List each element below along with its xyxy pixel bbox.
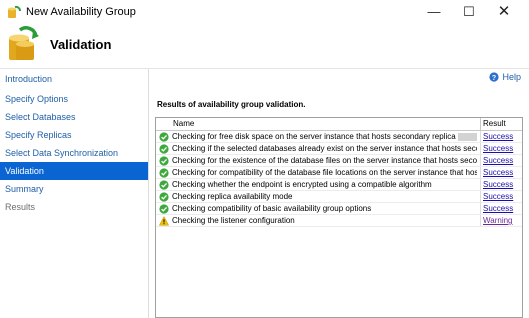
check-name: Checking whether the endpoint is encrypt… (172, 180, 432, 189)
column-header-result[interactable]: Result (483, 119, 506, 128)
sidebar-item-specify-replicas[interactable]: Specify Replicas (0, 126, 148, 144)
sidebar-item-select-databases[interactable]: Select Databases (0, 108, 148, 126)
grid-header: Name Result (156, 118, 522, 131)
table-row: Checking if the selected databases alrea… (156, 143, 522, 155)
maximize-button[interactable]: ☐ (452, 0, 486, 24)
table-row: Checking the listener configuration Warn… (156, 215, 522, 227)
results-heading: Results of availability group validation… (157, 100, 306, 109)
redacted-text (457, 132, 477, 141)
column-divider (480, 131, 481, 142)
table-row: Checking for the existence of the databa… (156, 155, 522, 167)
column-divider (480, 167, 481, 178)
page-header: Validation (0, 24, 529, 69)
table-row: Checking for free disk space on the serv… (156, 131, 522, 143)
app-icon (8, 5, 21, 18)
success-icon (159, 156, 169, 166)
table-row: Checking replica availability mode Succe… (156, 191, 522, 203)
table-row: Checking whether the endpoint is encrypt… (156, 179, 522, 191)
result-link[interactable]: Success (483, 143, 513, 154)
window-titlebar: New Availability Group — ☐ ✕ (0, 0, 529, 24)
result-link[interactable]: Success (483, 155, 513, 166)
sidebar-nav: Introduction Specify Options Select Data… (0, 69, 149, 318)
column-divider (480, 118, 481, 130)
window-title: New Availability Group (26, 6, 136, 18)
result-link[interactable]: Success (483, 167, 513, 178)
check-name: Checking for compatibility of the databa… (172, 168, 477, 177)
minimize-button[interactable]: — (417, 0, 451, 24)
column-divider (480, 179, 481, 190)
result-link[interactable]: Warning (483, 215, 513, 226)
column-divider (480, 203, 481, 214)
column-divider (480, 143, 481, 154)
help-link[interactable]: ? Help (489, 72, 521, 82)
result-link[interactable]: Success (483, 131, 513, 142)
column-divider (480, 215, 481, 226)
column-header-name[interactable]: Name (173, 119, 194, 128)
help-label: Help (502, 72, 521, 82)
column-divider (480, 155, 481, 166)
sidebar-item-introduction[interactable]: Introduction (0, 70, 148, 88)
check-name: Checking the listener configuration (172, 216, 295, 225)
column-divider (480, 191, 481, 202)
warning-icon (159, 216, 169, 226)
success-icon (159, 132, 169, 142)
table-row: Checking compatibility of basic availabi… (156, 203, 522, 215)
check-name: Checking for free disk space on the serv… (172, 131, 477, 142)
success-icon (159, 192, 169, 202)
help-icon: ? (489, 72, 500, 82)
success-icon (159, 180, 169, 190)
main-panel: ? Help Results of availability group val… (149, 69, 529, 318)
page-title: Validation (50, 37, 112, 52)
check-name: Checking if the selected databases alrea… (172, 144, 477, 153)
validation-results-grid[interactable]: Name Result Checking for free disk space… (155, 117, 523, 318)
sidebar-item-results: Results (5, 202, 36, 212)
check-name: Checking replica availability mode (172, 192, 293, 201)
success-icon (159, 204, 169, 214)
close-button[interactable]: ✕ (487, 0, 521, 24)
sidebar-item-specify-options[interactable]: Specify Options (0, 90, 148, 108)
availability-group-icon (9, 26, 39, 60)
check-name: Checking for the existence of the databa… (172, 156, 477, 165)
result-link[interactable]: Success (483, 179, 513, 190)
check-name: Checking compatibility of basic availabi… (172, 204, 372, 213)
success-icon (159, 168, 169, 178)
table-row: Checking for compatibility of the databa… (156, 167, 522, 179)
result-link[interactable]: Success (483, 203, 513, 214)
sidebar-item-select-data-synchronization[interactable]: Select Data Synchronization (0, 144, 148, 162)
sidebar-item-validation[interactable]: Validation (0, 162, 148, 180)
success-icon (159, 144, 169, 154)
svg-text:?: ? (492, 75, 496, 82)
sidebar-item-summary[interactable]: Summary (0, 180, 148, 198)
result-link[interactable]: Success (483, 191, 513, 202)
